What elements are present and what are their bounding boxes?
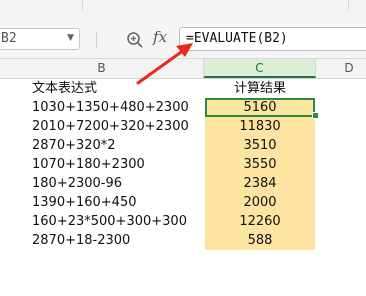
result-cell[interactable]: 2384 xyxy=(205,174,315,193)
expression-cell[interactable]: 2870+320*2 xyxy=(32,136,116,155)
table-row: 2870+320*2 3510 xyxy=(0,136,366,155)
expression-cell[interactable]: 180+2300-96 xyxy=(32,174,122,193)
ribbon-divider xyxy=(348,0,349,10)
chevron-down-icon[interactable]: ▼ xyxy=(67,33,74,43)
table-header-row: 文本表达式 计算结果 xyxy=(0,79,366,98)
fill-handle[interactable] xyxy=(312,112,319,119)
ribbon-strip xyxy=(0,0,366,23)
expression-cell[interactable]: 1070+180+2300 xyxy=(32,155,145,174)
table-row: 180+2300-96 2384 xyxy=(0,174,366,193)
column-header-d[interactable]: D xyxy=(316,59,366,78)
result-cell[interactable]: 3550 xyxy=(205,155,315,174)
table-row: 2870+18-2300 588 xyxy=(0,231,366,250)
expression-cell[interactable]: 2870+18-2300 xyxy=(32,231,130,250)
column-header-c[interactable]: C xyxy=(204,59,316,78)
table-row: 2010+7200+320+2300 11830 xyxy=(0,117,366,136)
result-cell[interactable]: 588 xyxy=(205,231,315,250)
formula-bar-divider xyxy=(96,32,97,48)
formula-bar: B2 ▼ fx =EVALUATE(B2) xyxy=(0,22,366,59)
ribbon-divider xyxy=(82,0,83,10)
table-row: 160+23*500+300+300 12260 xyxy=(0,212,366,231)
column-header-row: B C D xyxy=(0,59,366,79)
table-row: 1070+180+2300 3550 xyxy=(0,155,366,174)
formula-text: =EVALUATE(B2) xyxy=(186,31,288,46)
result-cell[interactable]: 2000 xyxy=(205,193,315,212)
expression-cell[interactable]: 160+23*500+300+300 xyxy=(32,212,187,231)
result-cell-selected[interactable]: 5160 xyxy=(205,98,315,117)
result-cell[interactable]: 11830 xyxy=(205,117,315,136)
table-row: 1390+160+450 2000 xyxy=(0,193,366,212)
zoom-icon[interactable] xyxy=(126,31,144,49)
name-box[interactable]: B2 ▼ xyxy=(0,28,80,50)
expression-cell[interactable]: 1030+1350+480+2300 xyxy=(32,98,189,117)
expression-cell[interactable]: 1390+160+450 xyxy=(32,193,137,212)
header-cell-expression[interactable]: 文本表达式 xyxy=(32,79,97,98)
column-header-b[interactable]: B xyxy=(0,59,204,78)
header-cell-result[interactable]: 计算结果 xyxy=(205,79,315,98)
fx-icon[interactable]: fx xyxy=(153,28,167,46)
result-cell[interactable]: 3510 xyxy=(205,136,315,155)
formula-input[interactable]: =EVALUATE(B2) xyxy=(179,27,366,51)
expression-cell[interactable]: 2010+7200+320+2300 xyxy=(32,117,189,136)
name-box-value: B2 xyxy=(1,31,17,46)
result-cell[interactable]: 12260 xyxy=(205,212,315,231)
